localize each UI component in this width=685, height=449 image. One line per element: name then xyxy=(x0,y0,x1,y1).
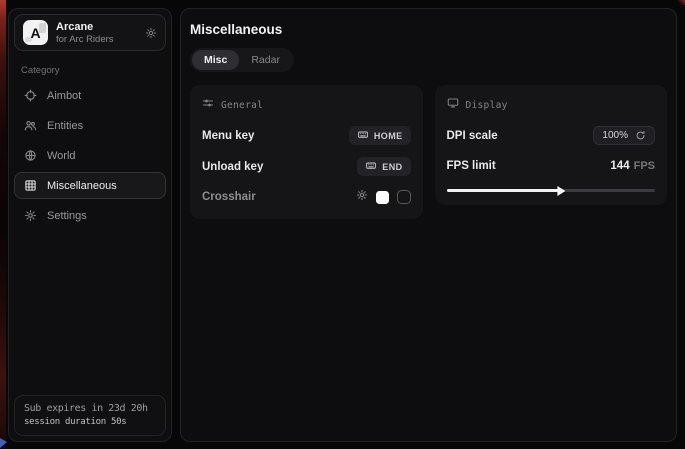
gear-icon[interactable] xyxy=(145,27,157,39)
fps-limit-value: 144 xyxy=(610,160,629,172)
globe-icon xyxy=(24,149,37,162)
gear-icon[interactable] xyxy=(356,188,368,206)
wallpaper-corner xyxy=(676,0,685,5)
grid-icon xyxy=(24,179,37,192)
category-label: Category xyxy=(21,65,171,76)
gear-icon xyxy=(24,209,37,222)
sidebar-item-label: Aimbot xyxy=(47,90,81,102)
tab-misc[interactable]: Misc xyxy=(192,50,239,70)
fps-limit-row: FPS limit 144 FPS xyxy=(447,157,656,174)
sidebar-item-label: Entities xyxy=(47,120,83,132)
entities-icon xyxy=(24,119,37,132)
sidebar-item-label: Miscellaneous xyxy=(47,180,117,192)
display-card: Display DPI scale 100% FPS limit 144 xyxy=(435,85,668,205)
sidebar-item-settings[interactable]: Settings xyxy=(14,202,166,229)
crosshair-checkbox[interactable] xyxy=(397,190,411,204)
display-card-title: Display xyxy=(466,100,508,111)
cards-row: General Menu key HOME Unload key xyxy=(190,85,667,219)
unload-key-button[interactable]: END xyxy=(357,157,410,176)
subscription-status-card: Sub expires in 23d 20h session duration … xyxy=(14,395,166,436)
cursor xyxy=(0,438,7,448)
fps-limit-label: FPS limit xyxy=(447,160,496,172)
dpi-scale-value: 100% xyxy=(602,130,628,141)
fps-limit-value-group: 144 FPS xyxy=(610,160,655,172)
fps-limit-slider[interactable] xyxy=(447,189,656,192)
unload-key-row: Unload key END xyxy=(202,157,411,176)
unload-key-label: Unload key xyxy=(202,161,263,173)
tab-radar[interactable]: Radar xyxy=(239,50,292,70)
sidebar-item-miscellaneous[interactable]: Miscellaneous xyxy=(14,172,166,199)
menu-key-value: HOME xyxy=(374,131,403,141)
sliders-icon xyxy=(202,96,214,114)
brand-subtitle: for Arc Riders xyxy=(56,34,137,45)
monitor-icon xyxy=(447,96,459,114)
sub-expiry-text: Sub expires in 23d 20h xyxy=(24,403,156,414)
page-title: Miscellaneous xyxy=(190,22,667,37)
menu-key-label: Menu key xyxy=(202,130,254,142)
wallpaper-red-edge xyxy=(0,0,6,449)
fps-slider-thumb[interactable] xyxy=(558,186,566,196)
dpi-scale-select[interactable]: 100% xyxy=(593,126,655,145)
general-card: General Menu key HOME Unload key xyxy=(190,85,423,219)
sidebar-item-world[interactable]: World xyxy=(14,142,166,169)
sidebar-item-label: Settings xyxy=(47,210,87,222)
fps-limit-unit: FPS xyxy=(634,160,655,172)
sidebar-item-aimbot[interactable]: Aimbot xyxy=(14,82,166,109)
sidebar-nav: Aimbot Entities World xyxy=(9,82,171,229)
brand-logo-letter: A xyxy=(30,25,40,41)
dpi-scale-label: DPI scale xyxy=(447,130,498,142)
general-card-header: General xyxy=(202,96,411,114)
crosshair-row: Crosshair xyxy=(202,188,411,206)
refresh-icon xyxy=(635,130,646,141)
unload-key-value: END xyxy=(382,162,402,172)
menu-key-button[interactable]: HOME xyxy=(349,126,411,145)
sidebar: A Arcane for Arc Riders Category Aimbot xyxy=(8,8,172,442)
keyboard-icon xyxy=(357,129,369,142)
dpi-scale-row: DPI scale 100% xyxy=(447,126,656,145)
crosshair-color-swatch[interactable] xyxy=(376,191,389,204)
display-card-header: Display xyxy=(447,96,656,114)
tab-bar: Misc Radar xyxy=(190,48,294,72)
crosshair-icon xyxy=(24,89,37,102)
fps-slider-fill xyxy=(447,189,562,192)
sidebar-item-entities[interactable]: Entities xyxy=(14,112,166,139)
keyboard-icon xyxy=(365,160,377,173)
menu-key-row: Menu key HOME xyxy=(202,126,411,145)
sidebar-item-label: World xyxy=(47,150,76,162)
crosshair-label: Crosshair xyxy=(202,191,256,203)
main-panel: Miscellaneous Misc Radar General Menu ke… xyxy=(180,8,677,442)
general-card-title: General xyxy=(221,100,263,111)
crosshair-controls xyxy=(356,188,411,206)
session-duration-text: session duration 50s xyxy=(24,417,156,427)
brand-logo: A xyxy=(23,20,48,45)
brand-texts: Arcane for Arc Riders xyxy=(56,21,137,45)
brand-name: Arcane xyxy=(56,21,137,33)
brand-card: A Arcane for Arc Riders xyxy=(14,14,166,51)
